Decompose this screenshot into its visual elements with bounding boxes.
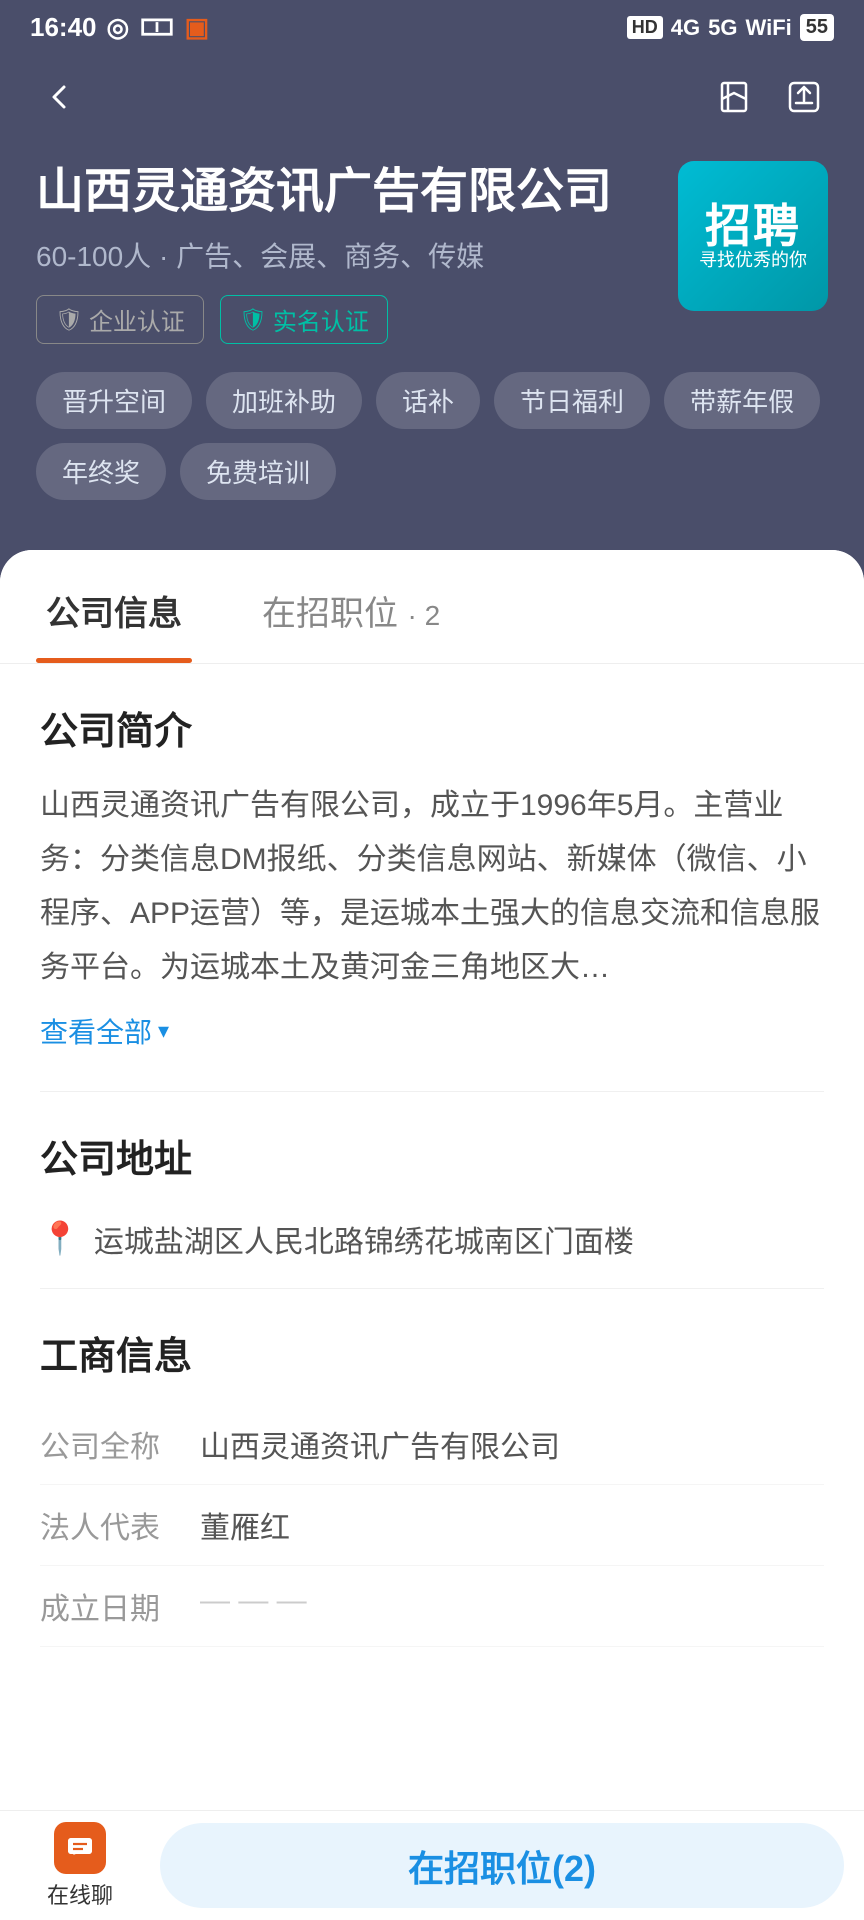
logo-title: 招聘 (705, 201, 801, 252)
hd-badge: HD (627, 16, 663, 39)
jobs-button[interactable]: 在招职位(2) (160, 1823, 844, 1908)
info-value-rep: 董雁红 (200, 1503, 824, 1547)
view-all-button[interactable]: 查看全部 ▾ (40, 1011, 824, 1051)
info-label-rep: 法人代表 (40, 1503, 200, 1547)
welfare-tags: 晋升空间 加班补助 话补 节日福利 带薪年假 年终奖 免费培训 (36, 372, 828, 500)
welfare-tag-2: 加班补助 (206, 372, 362, 429)
tab-jobs[interactable]: 在招职位 · 2 (252, 550, 450, 663)
address-text: 运城盐湖区人民北路锦绣花城南区门面楼 (94, 1217, 634, 1268)
welfare-tag-3: 话补 (376, 372, 480, 429)
intro-text: 山西灵通资讯广告有限公司，成立于1996年5月。主营业务：分类信息DM报纸、分类… (40, 779, 824, 995)
info-value-date: — — — (200, 1584, 824, 1628)
shield-icon-2: 🛡 (239, 307, 267, 333)
info-label-name: 公司全称 (40, 1422, 200, 1466)
signal-icon: ◎ (107, 12, 130, 43)
back-button[interactable] (30, 67, 90, 127)
shield-icon: 🛡 (55, 307, 83, 333)
company-address-section: 公司地址 📍 运城盐湖区人民北路锦绣花城南区门面楼 (0, 1092, 864, 1288)
jobs-count-badge: · 2 (407, 600, 440, 631)
share-button[interactable] (774, 67, 834, 127)
5g-icon: 5G (708, 15, 737, 41)
4g-icon: 4G (671, 15, 700, 41)
wifi-icon: WiFi (746, 15, 792, 41)
notification-icon: 🀱 (139, 12, 174, 43)
company-meta: 60-100人 · 广告、会展、商务、传媒 (36, 235, 612, 275)
company-logo: 招聘 寻找优秀的你 (678, 161, 828, 311)
address-row: 📍 运城盐湖区人民北路锦绣花城南区门面楼 (40, 1207, 824, 1278)
info-label-date: 成立日期 (40, 1584, 200, 1628)
company-badges: 🛡 企业认证 🛡 实名认证 (36, 295, 612, 344)
chat-icon (54, 1822, 106, 1874)
welfare-tag-5: 带薪年假 (664, 372, 820, 429)
tabs: 公司信息 在招职位 · 2 (0, 550, 864, 664)
info-row-3: 成立日期 — — — (40, 1566, 824, 1647)
bottom-bar: 在线聊 在招职位(2) (0, 1810, 864, 1920)
status-bar: 16:40 ◎ 🀱 ▣ HD 4G 5G WiFi 55 (0, 0, 864, 51)
chevron-down-icon: ▾ (158, 1018, 169, 1044)
tab-company-info[interactable]: 公司信息 (36, 550, 192, 663)
time-display: 16:40 (30, 12, 97, 43)
info-value-name: 山西灵通资讯广告有限公司 (200, 1422, 824, 1466)
enterprise-badge: 🛡 企业认证 (36, 295, 204, 344)
welfare-tag-6: 年终奖 (36, 443, 166, 500)
business-info-section: 工商信息 公司全称 山西灵通资讯广告有限公司 法人代表 董雁红 成立日期 — —… (0, 1289, 864, 1657)
info-row-2: 法人代表 董雁红 (40, 1485, 824, 1566)
intro-title: 公司简介 (40, 700, 824, 755)
info-row-1: 公司全称 山西灵通资讯广告有限公司 (40, 1404, 824, 1485)
business-title: 工商信息 (40, 1325, 824, 1380)
chat-label: 在线聊 (47, 1878, 113, 1910)
company-intro-section: 公司简介 山西灵通资讯广告有限公司，成立于1996年5月。主营业务：分类信息DM… (0, 664, 864, 1091)
main-content: 公司信息 在招职位 · 2 公司简介 山西灵通资讯广告有限公司，成立于1996年… (0, 550, 864, 1810)
address-title: 公司地址 (40, 1128, 824, 1183)
company-name: 山西灵通资讯广告有限公司 (36, 161, 612, 223)
location-icon: 📍 (40, 1219, 80, 1257)
chat-button[interactable]: 在线聊 (0, 1811, 160, 1920)
real-name-badge: 🛡 实名认证 (220, 295, 388, 344)
company-header: 山西灵通资讯广告有限公司 60-100人 · 广告、会展、商务、传媒 🛡 企业认… (0, 151, 864, 550)
welfare-tag-4: 节日福利 (494, 372, 650, 429)
nav-bar (0, 51, 864, 151)
welfare-tag-7: 免费培训 (180, 443, 336, 500)
bookmark-button[interactable] (704, 67, 764, 127)
battery-icon: 55 (800, 14, 834, 41)
app-icon: ▣ (185, 12, 210, 43)
logo-subtitle: 寻找优秀的你 (699, 251, 807, 271)
welfare-tag-1: 晋升空间 (36, 372, 192, 429)
